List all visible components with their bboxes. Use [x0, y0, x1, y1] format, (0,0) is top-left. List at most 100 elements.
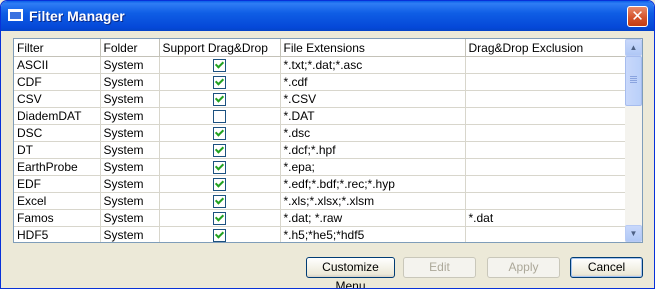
cell-support-dragdrop [159, 124, 281, 142]
cell-file-extensions[interactable]: *.xls;*.xlsx;*.xlsm [280, 192, 466, 210]
dragdrop-checkbox[interactable] [213, 229, 226, 242]
cell-dragdrop-exclusion[interactable] [465, 90, 627, 108]
cell-support-dragdrop [159, 175, 281, 193]
cell-folder[interactable]: System [100, 107, 160, 125]
cell-folder[interactable]: System [100, 192, 160, 210]
table-row[interactable]: DSC System *.dsc [14, 124, 627, 142]
cell-filter[interactable]: HDF5 [14, 226, 101, 242]
cancel-button[interactable]: Cancel [570, 257, 643, 278]
customize-menu-button[interactable]: Customize Menu [306, 257, 395, 288]
table-row[interactable]: CDF System *.cdf [14, 73, 627, 91]
edit-button[interactable]: Edit [403, 257, 476, 278]
cell-file-extensions[interactable]: *.CSV [280, 90, 466, 108]
filter-table: Filter Folder Support Drag&Drop File Ext… [14, 39, 627, 242]
dragdrop-checkbox[interactable] [213, 110, 226, 124]
scroll-up-icon: ▲ [629, 43, 638, 52]
window-icon [8, 9, 23, 21]
scrollbar-thumb[interactable] [625, 56, 642, 106]
cell-folder[interactable]: System [100, 158, 160, 176]
cell-dragdrop-exclusion[interactable] [465, 124, 627, 142]
window-title: Filter Manager [29, 8, 125, 24]
cell-file-extensions[interactable]: *.epa; [280, 158, 466, 176]
dragdrop-checkbox[interactable] [213, 195, 226, 209]
cell-support-dragdrop [159, 141, 281, 159]
cell-filter[interactable]: DT [14, 141, 101, 159]
filter-manager-window: Filter Manager ✕ Filter Folder Support D… [0, 0, 655, 289]
cell-dragdrop-exclusion[interactable]: *.dat [465, 209, 627, 227]
cell-support-dragdrop [159, 209, 281, 227]
cell-filter[interactable]: Excel [14, 192, 101, 210]
cell-support-dragdrop [159, 73, 281, 91]
cell-support-dragdrop [159, 226, 281, 242]
header-row: Filter Folder Support Drag&Drop File Ext… [14, 39, 627, 57]
cell-file-extensions[interactable]: *.dat; *.raw [280, 209, 466, 227]
column-header-file-extensions[interactable]: File Extensions [280, 39, 466, 57]
table-row[interactable]: ASCII System *.txt;*.dat;*.asc [14, 56, 627, 74]
table-row[interactable]: DiademDAT System *.DAT [14, 107, 627, 125]
close-icon: ✕ [631, 7, 644, 25]
dragdrop-checkbox[interactable] [213, 59, 226, 73]
cell-folder[interactable]: System [100, 209, 160, 227]
cell-filter[interactable]: EarthProbe [14, 158, 101, 176]
cell-folder[interactable]: System [100, 124, 160, 142]
cell-support-dragdrop [159, 107, 281, 125]
cell-filter[interactable]: Famos [14, 209, 101, 227]
column-header-folder[interactable]: Folder [100, 39, 160, 57]
scroll-up-button[interactable]: ▲ [625, 39, 642, 56]
title-bar[interactable]: Filter Manager ✕ [1, 1, 654, 31]
cell-file-extensions[interactable]: *.dcf;*.hpf [280, 141, 466, 159]
filter-grid: Filter Folder Support Drag&Drop File Ext… [13, 38, 643, 243]
cell-dragdrop-exclusion[interactable] [465, 158, 627, 176]
table-row[interactable]: EarthProbe System *.epa; [14, 158, 627, 176]
column-header-support-dragdrop[interactable]: Support Drag&Drop [159, 39, 281, 57]
cell-folder[interactable]: System [100, 226, 160, 242]
cell-folder[interactable]: System [100, 56, 160, 74]
cell-folder[interactable]: System [100, 90, 160, 108]
table-row[interactable]: CSV System *.CSV [14, 90, 627, 108]
close-button[interactable]: ✕ [627, 6, 648, 27]
column-header-filter[interactable]: Filter [14, 39, 101, 57]
cell-file-extensions[interactable]: *.cdf [280, 73, 466, 91]
cell-dragdrop-exclusion[interactable] [465, 226, 627, 242]
cell-file-extensions[interactable]: *.h5;*he5;*hdf5 [280, 226, 466, 242]
cell-filter[interactable]: CDF [14, 73, 101, 91]
dragdrop-checkbox[interactable] [213, 161, 226, 175]
cell-file-extensions[interactable]: *.dsc [280, 124, 466, 142]
table-row[interactable]: Famos System *.dat; *.raw *.dat [14, 209, 627, 227]
cell-filter[interactable]: CSV [14, 90, 101, 108]
cell-file-extensions[interactable]: *.edf;*.bdf;*.rec;*.hyp [280, 175, 466, 193]
vertical-scrollbar[interactable]: ▲ ▼ [625, 39, 642, 242]
table-row[interactable]: DT System *.dcf;*.hpf [14, 141, 627, 159]
dragdrop-checkbox[interactable] [213, 93, 226, 107]
dragdrop-checkbox[interactable] [213, 76, 226, 90]
cell-dragdrop-exclusion[interactable] [465, 56, 627, 74]
cell-folder[interactable]: System [100, 175, 160, 193]
dragdrop-checkbox[interactable] [213, 144, 226, 158]
cell-file-extensions[interactable]: *.txt;*.dat;*.asc [280, 56, 466, 74]
cell-support-dragdrop [159, 90, 281, 108]
cell-folder[interactable]: System [100, 141, 160, 159]
table-row[interactable]: HDF5 System *.h5;*he5;*hdf5 [14, 226, 627, 242]
cell-file-extensions[interactable]: *.DAT [280, 107, 466, 125]
apply-button[interactable]: Apply [487, 257, 560, 278]
cell-folder[interactable]: System [100, 73, 160, 91]
table-row[interactable]: EDF System *.edf;*.bdf;*.rec;*.hyp [14, 175, 627, 193]
cell-dragdrop-exclusion[interactable] [465, 192, 627, 210]
cell-filter[interactable]: DiademDAT [14, 107, 101, 125]
cell-filter[interactable]: DSC [14, 124, 101, 142]
cell-support-dragdrop [159, 192, 281, 210]
scroll-down-icon: ▼ [629, 229, 638, 238]
dragdrop-checkbox[interactable] [213, 178, 226, 192]
cell-dragdrop-exclusion[interactable] [465, 107, 627, 125]
dragdrop-checkbox[interactable] [213, 212, 226, 226]
cell-filter[interactable]: EDF [14, 175, 101, 193]
cell-filter[interactable]: ASCII [14, 56, 101, 74]
scroll-down-button[interactable]: ▼ [625, 225, 642, 242]
cell-dragdrop-exclusion[interactable] [465, 73, 627, 91]
grip-icon [630, 76, 637, 84]
column-header-dragdrop-exclusion[interactable]: Drag&Drop Exclusion [465, 39, 627, 57]
table-row[interactable]: Excel System *.xls;*.xlsx;*.xlsm [14, 192, 627, 210]
cell-dragdrop-exclusion[interactable] [465, 175, 627, 193]
cell-dragdrop-exclusion[interactable] [465, 141, 627, 159]
dragdrop-checkbox[interactable] [213, 127, 226, 141]
